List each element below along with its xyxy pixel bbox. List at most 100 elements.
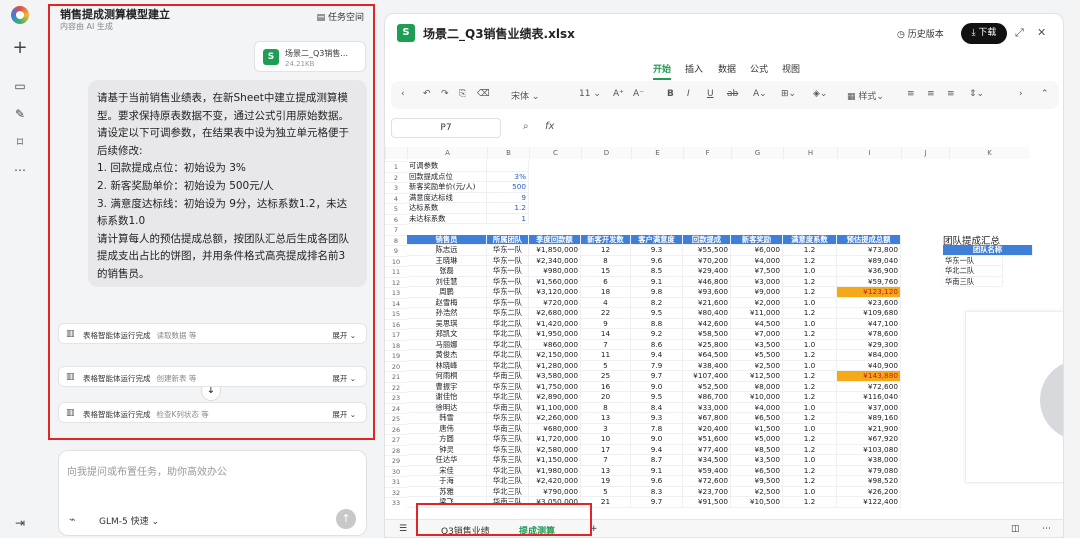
table-header[interactable]: 新客奖励 (731, 234, 783, 245)
table-cell[interactable]: ¥36,900 (837, 266, 901, 277)
table-cell[interactable]: 唐伟 (407, 423, 487, 434)
table-cell[interactable]: 孙浩然 (407, 308, 487, 319)
table-cell[interactable]: 马丽娜 (407, 339, 487, 350)
row-header[interactable]: 16 (385, 318, 407, 330)
row-header[interactable]: 15 (385, 308, 407, 319)
table-cell[interactable]: ¥79,080 (837, 465, 901, 476)
table-cell[interactable]: 5 (581, 486, 631, 497)
table-cell[interactable]: 钟灵 (407, 444, 487, 455)
row-header[interactable]: 5 (385, 203, 407, 214)
zoom-icon[interactable]: ⌕ (523, 121, 529, 132)
table-cell[interactable]: 华南三队 (487, 402, 529, 413)
table-cell[interactable]: 22 (581, 308, 631, 319)
table-cell[interactable]: 1.2 (783, 444, 837, 455)
table-cell[interactable]: 9.6 (631, 476, 683, 487)
table-cell[interactable]: ¥6,000 (731, 245, 783, 256)
table-cell[interactable]: ¥1,150,000 (529, 455, 581, 466)
table-cell[interactable]: 9.6 (631, 255, 683, 266)
table-cell[interactable]: 曹振宇 (407, 381, 487, 392)
table-cell[interactable]: ¥2,420,000 (529, 476, 581, 487)
row-header[interactable]: 4 (385, 192, 407, 204)
cell-style-select[interactable]: ▦ 样式⌄ (847, 89, 884, 102)
table-cell[interactable]: 3 (581, 423, 631, 434)
row-header[interactable]: 1 (385, 161, 407, 172)
bookmark-icon[interactable]: ⌑ (12, 134, 28, 150)
row-header[interactable]: 3 (385, 182, 407, 193)
table-cell[interactable]: ¥3,500 (731, 339, 783, 350)
close-icon[interactable]: ✕ (1037, 26, 1046, 39)
param-label[interactable]: 可调参数 (407, 161, 487, 172)
table-cell[interactable]: 5 (581, 360, 631, 371)
table-cell[interactable]: 13 (581, 465, 631, 476)
column-header[interactable]: C (529, 147, 581, 159)
table-cell[interactable]: ¥2,680,000 (529, 308, 581, 319)
table-cell[interactable]: ¥1,100,000 (529, 402, 581, 413)
table-cell[interactable]: ¥67,920 (837, 434, 901, 445)
table-cell[interactable]: ¥84,000 (837, 350, 901, 361)
table-cell[interactable]: 黄俊杰 (407, 350, 487, 361)
table-cell[interactable]: 9.2 (631, 329, 683, 340)
table-cell[interactable]: ¥5,500 (731, 350, 783, 361)
menu-视图[interactable]: 视图 (782, 62, 800, 75)
table-cell[interactable]: ¥4,000 (731, 402, 783, 413)
table-cell[interactable]: ¥59,760 (837, 276, 901, 287)
send-button[interactable]: ↑ (336, 509, 356, 529)
table-cell[interactable]: ¥51,600 (683, 434, 731, 445)
row-header[interactable]: 22 (385, 381, 407, 393)
bold-icon[interactable]: B (667, 89, 674, 99)
table-cell[interactable]: ¥38,000 (837, 455, 901, 466)
row-header[interactable]: 31 (385, 476, 407, 487)
table-cell[interactable]: 13 (581, 413, 631, 424)
param-value[interactable]: 3% (487, 171, 529, 182)
format-painter-icon[interactable]: ⎘ (459, 89, 466, 99)
table-cell[interactable]: ¥33,000 (683, 402, 731, 413)
table-cell[interactable]: 1.2 (783, 371, 837, 382)
column-header[interactable]: F (683, 147, 731, 159)
table-cell[interactable]: 华东一队 (487, 287, 529, 298)
table-cell[interactable]: 9.8 (631, 287, 683, 298)
table-cell[interactable]: 华北二队 (487, 329, 529, 340)
param-value[interactable]: 1.2 (487, 203, 529, 214)
table-cell[interactable]: 1.2 (783, 308, 837, 319)
table-cell[interactable]: ¥7,500 (731, 266, 783, 277)
menu-开始[interactable]: 开始 (653, 62, 672, 80)
tool-expand-button[interactable]: 展开 ⌄ (332, 409, 356, 420)
row-header[interactable]: 13 (385, 287, 407, 298)
table-cell[interactable]: ¥26,200 (837, 486, 901, 497)
tab-commission[interactable]: 提成测算 (519, 524, 555, 537)
row-header[interactable]: 32 (385, 486, 407, 498)
attached-file-card[interactable]: S 场景二_Q3销售... 24.21KB (254, 41, 366, 72)
history-button[interactable]: ◷ 历史版本 (897, 27, 944, 40)
table-cell[interactable]: ¥9,500 (731, 476, 783, 487)
table-cell[interactable]: ¥1,750,000 (529, 381, 581, 392)
paperclip-icon[interactable]: ⌁ (69, 513, 76, 526)
table-cell[interactable]: ¥9,000 (731, 287, 783, 298)
table-cell[interactable]: 刘佳慧 (407, 276, 487, 287)
underline-icon[interactable]: U (707, 89, 714, 99)
table-cell[interactable]: ¥3,000 (731, 276, 783, 287)
table-cell[interactable]: 宋佳 (407, 465, 487, 476)
table-cell[interactable]: ¥1,500 (731, 423, 783, 434)
table-cell[interactable]: ¥10,500 (731, 497, 783, 508)
table-cell[interactable]: ¥64,500 (683, 350, 731, 361)
table-cell[interactable]: ¥23,700 (683, 486, 731, 497)
table-cell[interactable]: 8.5 (631, 266, 683, 277)
table-cell[interactable]: ¥21,600 (683, 297, 731, 308)
border-icon[interactable]: ⊞⌄ (781, 89, 796, 99)
align-center-icon[interactable]: ≡ (927, 89, 935, 99)
tool-run-card[interactable]: ▥ 表格智能体运行完成 创建新表 等 展开 ⌄ (58, 366, 367, 387)
table-cell[interactable]: ¥40,900 (837, 360, 901, 371)
table-cell[interactable]: 王晓琳 (407, 255, 487, 266)
table-cell[interactable]: ¥42,600 (683, 318, 731, 329)
table-cell[interactable]: ¥80,400 (683, 308, 731, 319)
table-cell[interactable]: 16 (581, 381, 631, 392)
param-label[interactable]: 回款提成点位 (407, 171, 487, 182)
table-cell[interactable]: ¥3,500 (731, 455, 783, 466)
tool-expand-button[interactable]: 展开 ⌄ (332, 330, 356, 341)
summary-team[interactable]: 华北二队 (943, 266, 1003, 277)
table-cell[interactable]: ¥25,800 (683, 339, 731, 350)
table-cell[interactable]: 1.0 (783, 455, 837, 466)
table-cell[interactable]: 18 (581, 287, 631, 298)
table-cell[interactable]: ¥1,980,000 (529, 465, 581, 476)
row-header[interactable]: 11 (385, 266, 407, 277)
